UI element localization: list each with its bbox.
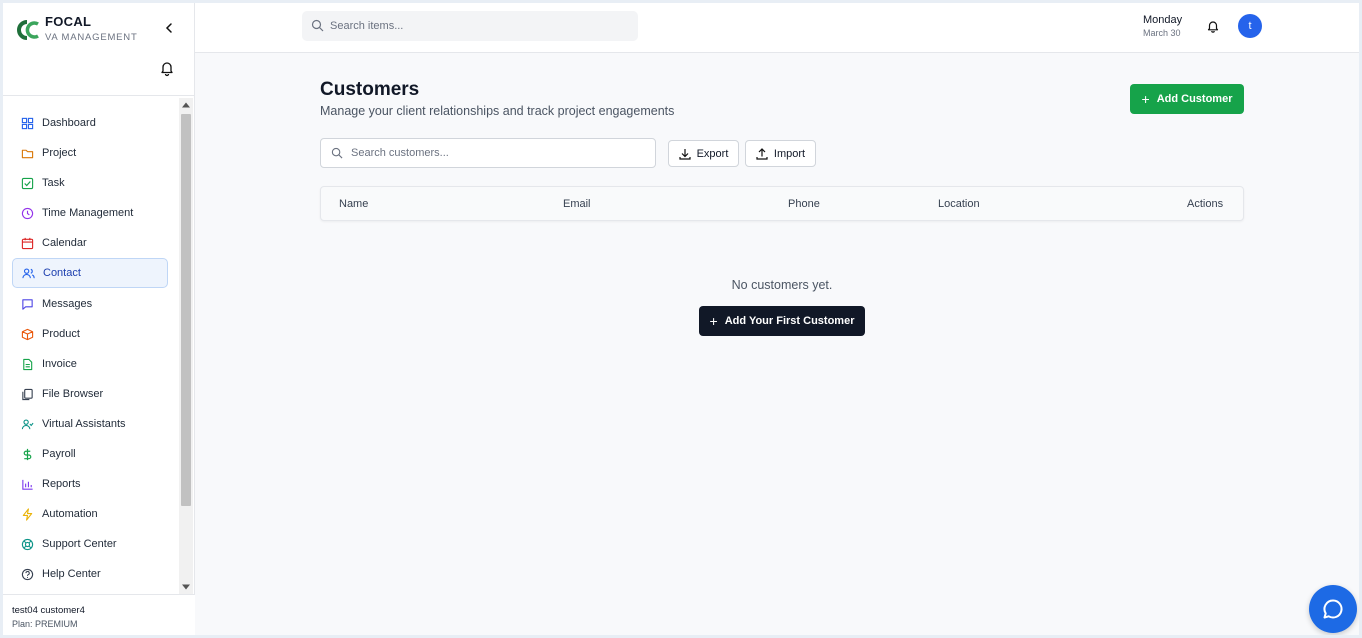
avatar[interactable]: t: [1238, 14, 1262, 38]
chevron-left-icon[interactable]: [161, 20, 177, 36]
upload-icon: [756, 147, 768, 160]
sidebar-item-time-management[interactable]: Time Management: [12, 198, 168, 228]
zap-icon: [20, 507, 34, 521]
sidebar-item-label: Reports: [42, 478, 81, 490]
sidebar-item-label: Virtual Assistants: [42, 418, 126, 430]
folder-icon: [20, 146, 34, 160]
sidebar-item-label: File Browser: [42, 388, 104, 400]
sidebar-item-file-browser[interactable]: File Browser: [12, 379, 168, 409]
sidebar-item-task[interactable]: Task: [12, 168, 168, 198]
file-text-icon: [20, 357, 34, 371]
import-label: Import: [773, 147, 806, 160]
column-header-actions: Actions: [1187, 198, 1224, 210]
chat-button[interactable]: [1309, 585, 1357, 633]
sidebar-item-label: Time Management: [42, 207, 134, 219]
clock-icon: [20, 206, 34, 220]
scrollbar-thumb[interactable]: [181, 114, 191, 506]
export-button[interactable]: Export: [668, 140, 739, 167]
user-plan: Plan: PREMIUM: [12, 619, 78, 629]
sidebar-item-messages[interactable]: Messages: [12, 289, 168, 319]
column-header-email[interactable]: Email: [563, 198, 591, 210]
sidebar-item-label: Payroll: [42, 448, 76, 460]
global-search: [302, 11, 638, 41]
sidebar-item-reports[interactable]: Reports: [12, 469, 168, 499]
sidebar-item-label: Project: [42, 147, 77, 159]
brand: FOCAL VA MANAGEMENT: [15, 13, 185, 49]
export-label: Export: [696, 147, 729, 160]
add-customer-label: Add Customer: [1156, 93, 1233, 105]
brand-subtitle: VA MANAGEMENT: [45, 32, 138, 43]
dollar-icon: [20, 447, 34, 461]
sidebar-item-label: Calendar: [42, 237, 87, 249]
add-first-customer-button[interactable]: + Add Your First Customer: [699, 306, 865, 336]
user-check-icon: [20, 417, 34, 431]
app-frame: FOCAL VA MANAGEMENT Dashboard Project Ta…: [3, 3, 1359, 635]
sidebar-item-virtual-assistants[interactable]: Virtual Assistants: [12, 409, 168, 439]
add-first-customer-label: Add Your First Customer: [724, 315, 855, 327]
sidebar-item-dashboard[interactable]: Dashboard: [12, 108, 168, 138]
customer-search-input[interactable]: [351, 144, 647, 162]
sidebar-item-label: Help Center: [42, 568, 101, 580]
brand-name: FOCAL: [45, 14, 92, 29]
check-square-icon: [20, 176, 34, 190]
sidebar-item-label: Invoice: [42, 358, 77, 370]
current-date: March 30: [1143, 28, 1181, 38]
sidebar-nav: Dashboard Project Task Time Management C…: [3, 98, 179, 594]
column-header-location[interactable]: Location: [938, 198, 980, 210]
scroll-up-arrow-icon[interactable]: [179, 98, 193, 112]
message-icon: [20, 297, 34, 311]
sidebar: FOCAL VA MANAGEMENT Dashboard Project Ta…: [3, 3, 195, 635]
chat-bubble-icon: [1323, 599, 1343, 619]
customer-search: [320, 138, 656, 168]
notification-bell-icon[interactable]: [1206, 19, 1220, 33]
sidebar-item-label: Product: [42, 328, 80, 340]
empty-state-message: No customers yet.: [731, 278, 833, 292]
sidebar-scrollbar[interactable]: [179, 98, 193, 594]
grid-icon: [20, 116, 34, 130]
sidebar-item-calendar[interactable]: Calendar: [12, 228, 168, 258]
help-circle-icon: [20, 567, 34, 581]
sidebar-item-contact[interactable]: Contact: [12, 258, 168, 288]
sidebar-item-label: Automation: [42, 508, 98, 520]
column-header-name[interactable]: Name: [339, 198, 368, 210]
customers-table-header: Name Email Phone Location Actions: [320, 186, 1244, 221]
user-name: test04 customer4: [12, 605, 85, 616]
sidebar-item-label: Support Center: [42, 538, 117, 550]
download-icon: [678, 148, 691, 160]
sidebar-item-automation[interactable]: Automation: [12, 499, 168, 529]
scroll-down-arrow-icon[interactable]: [179, 580, 193, 594]
sidebar-item-label: Contact: [43, 267, 81, 279]
bell-icon[interactable]: [158, 59, 176, 77]
column-header-phone[interactable]: Phone: [788, 198, 820, 210]
page-title: Customers: [320, 79, 420, 100]
sidebar-item-support-center[interactable]: Support Center: [12, 529, 168, 559]
search-icon: [331, 147, 343, 159]
sidebar-item-label: Task: [42, 177, 65, 189]
sidebar-divider: [3, 95, 195, 96]
bar-chart-icon: [20, 477, 34, 491]
focal-logo-icon: [17, 20, 39, 40]
sidebar-item-label: Messages: [42, 298, 93, 310]
life-buoy-icon: [20, 537, 34, 551]
sidebar-user-footer: test04 customer4 Plan: PREMIUM: [3, 594, 195, 635]
add-customer-button[interactable]: + Add Customer: [1130, 84, 1244, 114]
files-icon: [20, 387, 34, 401]
global-search-input[interactable]: [330, 16, 630, 36]
sidebar-item-payroll[interactable]: Payroll: [12, 439, 168, 469]
sidebar-item-project[interactable]: Project: [12, 138, 168, 168]
page-subtitle: Manage your client relationships and tra…: [320, 104, 675, 118]
import-button[interactable]: Import: [745, 140, 816, 167]
users-icon: [21, 266, 35, 280]
top-bar: Monday March 30 t: [195, 3, 1359, 53]
current-day: Monday: [1143, 14, 1183, 26]
sidebar-item-product[interactable]: Product: [12, 319, 168, 349]
box-icon: [20, 327, 34, 341]
sidebar-item-label: Dashboard: [42, 117, 96, 129]
sidebar-item-invoice[interactable]: Invoice: [12, 349, 168, 379]
calendar-icon: [20, 236, 34, 250]
sidebar-item-help-center[interactable]: Help Center: [12, 559, 168, 589]
plus-icon: +: [1141, 91, 1150, 107]
search-icon: [311, 19, 324, 32]
plus-icon: +: [709, 313, 718, 329]
